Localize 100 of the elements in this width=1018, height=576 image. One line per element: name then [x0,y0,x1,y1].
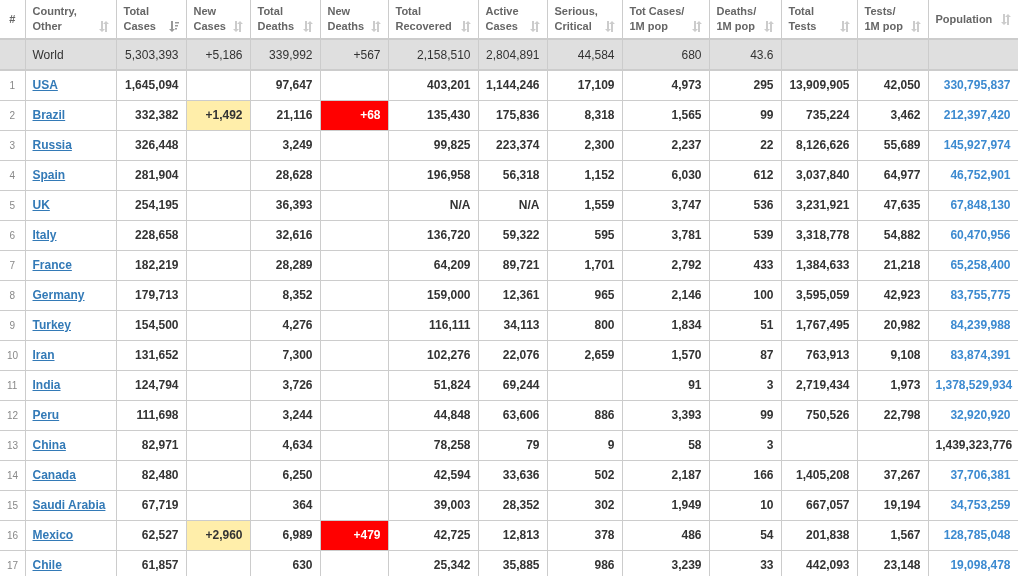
population-link[interactable]: 32,920,920 [950,408,1011,422]
column-header[interactable]: Deaths/ 1M pop [716,4,757,34]
table-cell: 182,219 [135,258,179,272]
country-link[interactable]: UK [32,198,50,212]
population-link[interactable]: 34,753,259 [950,498,1011,512]
country-link[interactable]: Germany [32,288,85,302]
country-link[interactable]: Italy [32,228,57,242]
column-header[interactable]: Tests/ 1M pop [864,4,903,34]
sort-icon[interactable] [763,21,774,32]
country-link[interactable]: Saudi Arabia [32,498,106,512]
row-number: 5 [9,200,16,211]
table-cell: 58 [688,438,702,452]
column-header[interactable]: Total Recovered [395,4,452,34]
table-cell: 3,462 [890,108,921,122]
table-cell: 1,559 [584,198,615,212]
table-cell: 42,050 [883,78,921,93]
table-cell: 9 [607,438,615,452]
table-cell: 886 [594,408,615,422]
country-link[interactable]: China [32,438,66,452]
row-number: 4 [9,170,16,181]
population-link[interactable]: 37,706,381 [950,468,1011,482]
population-link[interactable]: 84,239,988 [950,318,1011,332]
population-link[interactable]: 145,927,974 [943,138,1011,152]
column-header[interactable]: New Cases [193,4,226,34]
country-link[interactable]: Canada [32,468,76,482]
table-cell: 35,885 [502,558,540,572]
country-link[interactable]: France [32,258,72,272]
country-link[interactable]: Russia [32,138,72,152]
column-header[interactable]: Country, Other [32,4,77,34]
country-link[interactable]: USA [32,78,58,93]
table-cell: 2,300 [584,138,615,152]
column-header[interactable]: Total Deaths [257,4,295,34]
table-cell: 1,645,094 [125,78,179,93]
table-cell: 1,973 [890,378,921,392]
country-link[interactable]: Turkey [32,318,71,332]
column-header[interactable]: Tot Cases/ 1M pop [629,4,685,34]
column-header[interactable]: Population [935,11,993,27]
table-cell: 99,825 [433,138,471,152]
sort-icon[interactable] [302,21,313,32]
population-link[interactable]: 65,258,400 [950,258,1011,272]
population-link[interactable]: 83,874,391 [950,348,1011,362]
country-link[interactable]: Chile [32,558,62,572]
table-cell: 22 [760,138,774,152]
column-header[interactable]: # [9,11,16,27]
sort-icon[interactable] [839,21,850,32]
table-cell: 56,318 [502,168,540,182]
table-cell: 750,526 [806,408,850,422]
table-cell: 1,767,495 [796,318,850,332]
country-link[interactable]: Spain [32,168,66,182]
table-cell: 55,689 [883,138,921,152]
column-header[interactable]: Serious, Critical [554,4,598,34]
population-link[interactable]: 83,755,775 [950,288,1011,302]
country-link[interactable]: Peru [32,408,60,422]
sort-icon[interactable] [98,21,109,32]
table-cell: 34,113 [503,318,540,332]
sort-icon[interactable] [370,21,381,32]
sort-icon[interactable] [168,21,179,32]
sort-icon[interactable] [232,21,243,32]
population-link[interactable]: 212,397,420 [943,108,1011,122]
table-cell: 131,652 [135,348,179,362]
table-cell: 42,923 [883,288,921,302]
table-cell: 102,276 [427,348,471,362]
population-link[interactable]: 60,470,956 [950,228,1011,242]
sort-icon[interactable] [1000,13,1011,25]
table-cell: 36,393 [275,198,313,212]
sort-icon[interactable] [910,21,921,32]
table-cell: 51,824 [433,378,471,392]
country-link[interactable]: Brazil [32,108,66,122]
table-cell: 442,093 [806,558,850,572]
table-cell: 44,848 [433,408,471,422]
table-cell: 47,635 [883,198,921,212]
column-header[interactable]: Total Tests [788,4,817,34]
sort-icon[interactable] [529,21,540,32]
table-cell: 3,244 [282,408,313,422]
population-link[interactable]: 1,378,529,934 [935,378,1013,392]
table-cell: 89,721 [502,258,540,272]
table-cell: 39,003 [433,498,471,512]
population-link[interactable]: 128,785,048 [943,528,1011,542]
table-cell: 61,857 [141,558,179,572]
world-cell: 680 [681,47,702,62]
population-link[interactable]: 67,848,130 [950,198,1011,212]
table-cell: 42,725 [433,528,471,542]
population-link[interactable]: 330,795,837 [943,78,1011,93]
table-cell: 17,109 [577,78,615,93]
country-link[interactable]: Iran [32,348,55,362]
column-header[interactable]: Total Cases [123,4,156,34]
row-number: 15 [7,500,19,511]
sort-icon[interactable] [604,21,615,32]
sort-icon[interactable] [691,21,702,32]
column-header[interactable]: New Deaths [327,4,365,34]
country-link[interactable]: India [32,378,61,392]
population-link[interactable]: 46,752,901 [950,168,1011,182]
table-cell: 595 [594,228,615,242]
population-link[interactable]: 19,098,478 [950,558,1011,572]
table-cell: 3,747 [671,198,702,212]
sort-icon[interactable] [460,21,471,32]
column-header[interactable]: Active Cases [485,4,519,34]
country-link[interactable]: Mexico [32,528,74,542]
table-cell: 87 [760,348,774,362]
world-cell: 44,584 [577,47,615,62]
